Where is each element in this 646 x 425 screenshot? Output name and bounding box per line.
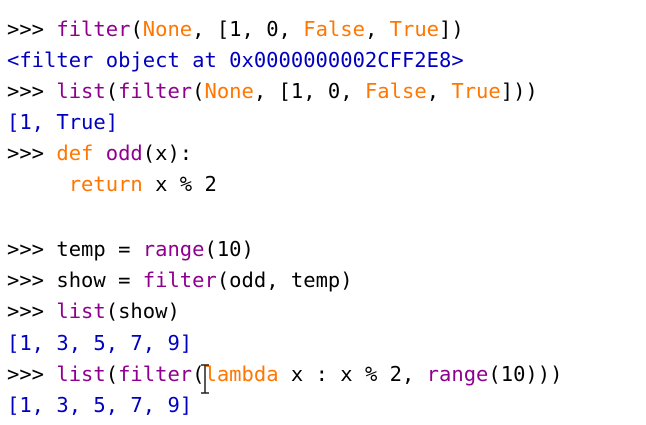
i-beam-icon — [201, 364, 209, 394]
code-token: filter — [142, 268, 217, 292]
shell-line: [1, True] — [7, 109, 118, 135]
python-shell-window[interactable]: >>> filter(None, [1, 0, False, True]) <fi… — [0, 0, 646, 425]
code-token: range — [426, 362, 489, 386]
shell-prompt: >>> — [7, 299, 57, 323]
code-token: list — [56, 79, 106, 103]
shell-output: <filter object at 0x0000000002CFF2E8> — [7, 48, 464, 72]
code-token: , [1, 0, — [253, 79, 365, 103]
code-token: None — [204, 79, 254, 103]
code-token: x % 2 — [142, 172, 217, 196]
code-token: list — [56, 299, 106, 323]
shell-output: [1, 3, 5, 7, 9] — [7, 393, 193, 417]
code-token: def — [56, 141, 94, 165]
code-token: show = — [56, 268, 143, 292]
shell-prompt: >>> — [7, 17, 57, 41]
code-token: filter — [118, 362, 193, 386]
shell-prompt: >>> — [7, 141, 57, 165]
code-token: lambda — [204, 362, 279, 386]
code-token: odd — [105, 141, 143, 165]
code-token: False — [364, 79, 427, 103]
shell-prompt: >>> — [7, 268, 57, 292]
shell-prompt: >>> — [7, 79, 57, 103]
code-token: ])) — [500, 79, 538, 103]
code-token: list — [56, 362, 106, 386]
code-token: ( — [105, 79, 119, 103]
code-token: ( — [105, 362, 119, 386]
code-token: True — [389, 17, 440, 41]
shell-prompt: >>> — [7, 237, 57, 261]
code-token: None — [142, 17, 193, 41]
shell-line: >>> def odd(x): — [7, 140, 192, 166]
code-token: , — [426, 79, 452, 103]
shell-output: [1, 3, 5, 7, 9] — [7, 331, 193, 355]
code-token: False — [303, 17, 365, 41]
shell-prompt: >>> — [7, 362, 57, 386]
shell-line: [1, 3, 5, 7, 9] — [7, 392, 192, 418]
shell-line: >>> list(show) — [7, 298, 180, 324]
shell-line: >>> temp = range(10) — [7, 236, 254, 262]
code-token: True — [451, 79, 501, 103]
code-token: (10) — [204, 237, 254, 261]
code-token: ( — [192, 79, 205, 103]
code-token: (odd, temp) — [216, 268, 353, 292]
code-token: (x): — [142, 141, 193, 165]
shell-line: <filter object at 0x0000000002CFF2E8> — [7, 47, 464, 73]
code-token: range — [142, 237, 205, 261]
shell-line: >>> list(filter(lambda x : x % 2, range(… — [7, 361, 562, 387]
code-token: (show) — [105, 299, 180, 323]
code-token: temp = — [56, 237, 143, 261]
code-token: filter — [56, 17, 131, 41]
shell-line: [1, 3, 5, 7, 9] — [7, 330, 192, 356]
shell-line: return x % 2 — [7, 171, 217, 197]
shell-line: >>> list(filter(None, [1, 0, False, True… — [7, 78, 538, 104]
code-token: filter — [118, 79, 193, 103]
code-token: ]) — [439, 17, 464, 41]
code-token: return — [68, 172, 143, 196]
code-token: , — [364, 17, 390, 41]
code-token: ( — [130, 17, 143, 41]
shell-output: [1, True] — [7, 110, 119, 134]
code-token: (10))) — [488, 362, 563, 386]
shell-line: >>> filter(None, [1, 0, False, True]) — [7, 16, 464, 42]
code-token: x : x % 2, — [278, 362, 427, 386]
code-token: , [1, 0, — [192, 17, 304, 41]
shell-line: >>> show = filter(odd, temp) — [7, 267, 353, 293]
